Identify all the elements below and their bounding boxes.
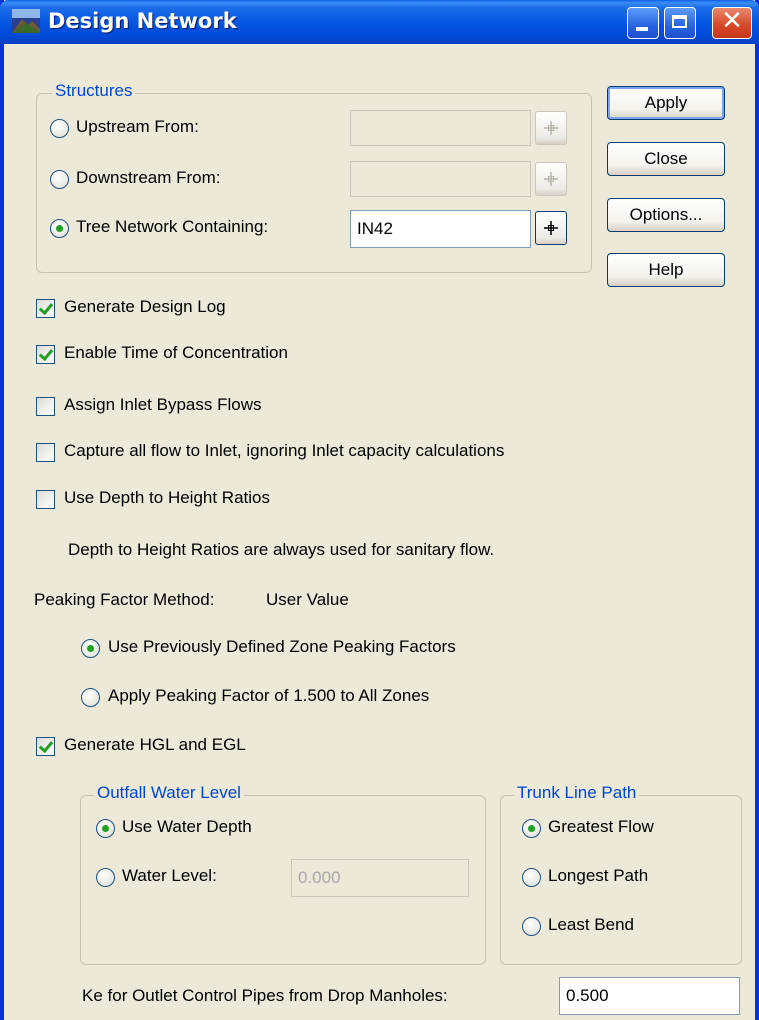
generate-hgl-checkbox[interactable] [36, 737, 55, 756]
crosshair-icon [544, 172, 558, 186]
least-bend-radio[interactable] [522, 917, 541, 936]
assign-inlet-bypass-label: Assign Inlet Bypass Flows [64, 395, 262, 414]
maximize-button[interactable] [664, 7, 696, 39]
greatest-flow-radio[interactable] [522, 819, 541, 838]
generate-hgl-label: Generate HGL and EGL [64, 735, 246, 754]
generate-design-log-checkbox[interactable] [36, 299, 55, 318]
use-water-depth-radio[interactable] [96, 819, 115, 838]
tree-network-label: Tree Network Containing: [76, 217, 269, 236]
depth-height-note: Depth to Height Ratios are always used f… [68, 540, 495, 559]
use-water-depth-label: Use Water Depth [122, 817, 252, 836]
structures-legend: Structures [52, 81, 136, 101]
minimize-button[interactable] [627, 7, 659, 39]
use-depth-height-checkbox[interactable] [36, 490, 55, 509]
outfall-legend: Outfall Water Level [94, 783, 244, 803]
capture-all-flow-checkbox[interactable] [36, 443, 55, 462]
ke-label: Ke for Outlet Control Pipes from Drop Ma… [82, 986, 448, 1005]
tree-network-pick-button[interactable] [535, 211, 567, 245]
window-title: Design Network [48, 9, 237, 33]
capture-all-flow-label: Capture all flow to Inlet, ignoring Inle… [64, 441, 505, 460]
upstream-label: Upstream From: [76, 117, 199, 136]
design-network-dialog: Design Network ✕ Structures Upstream Fro… [0, 0, 759, 1020]
peaking-factor-method: User Value [266, 590, 349, 609]
enable-toc-label: Enable Time of Concentration [64, 343, 288, 362]
longest-path-label: Longest Path [548, 866, 649, 885]
downstream-field[interactable] [350, 161, 531, 197]
generate-design-log-label: Generate Design Log [64, 297, 226, 316]
trunk-line-legend: Trunk Line Path [514, 783, 640, 803]
ke-field[interactable] [559, 977, 740, 1015]
app-icon [12, 9, 40, 33]
help-button[interactable]: Help [607, 253, 725, 287]
tree-network-radio[interactable] [50, 219, 69, 238]
water-level-label: Water Level: [122, 866, 217, 885]
use-previous-peaking-radio[interactable] [81, 639, 100, 658]
greatest-flow-label: Greatest Flow [548, 817, 654, 836]
apply-peaking-factor-radio[interactable] [81, 688, 100, 707]
close-button[interactable]: Close [607, 142, 725, 176]
water-level-field[interactable] [291, 859, 469, 897]
apply-peaking-factor-label: Apply Peaking Factor of 1.500 to All Zon… [108, 686, 430, 705]
enable-toc-checkbox[interactable] [36, 345, 55, 364]
crosshair-icon [544, 121, 558, 135]
peaking-factor-label: Peaking Factor Method: [34, 590, 215, 609]
upstream-pick-button[interactable] [535, 111, 567, 145]
close-icon: ✕ [721, 6, 743, 36]
assign-inlet-bypass-checkbox[interactable] [36, 397, 55, 416]
use-previous-peaking-label: Use Previously Defined Zone Peaking Fact… [108, 637, 456, 656]
upstream-field[interactable] [350, 110, 531, 146]
title-bar[interactable]: Design Network ✕ [0, 0, 759, 44]
downstream-label: Downstream From: [76, 168, 221, 187]
downstream-radio[interactable] [50, 170, 69, 189]
use-depth-height-label: Use Depth to Height Ratios [64, 488, 270, 507]
least-bend-label: Least Bend [548, 915, 635, 934]
options-button[interactable]: Options... [607, 198, 725, 232]
close-window-button[interactable]: ✕ [712, 6, 752, 39]
water-level-radio[interactable] [96, 868, 115, 887]
upstream-radio[interactable] [50, 119, 69, 138]
longest-path-radio[interactable] [522, 868, 541, 887]
crosshair-icon [544, 221, 558, 235]
downstream-pick-button[interactable] [535, 162, 567, 196]
apply-button[interactable]: Apply [607, 86, 725, 120]
tree-network-field[interactable] [350, 210, 531, 248]
